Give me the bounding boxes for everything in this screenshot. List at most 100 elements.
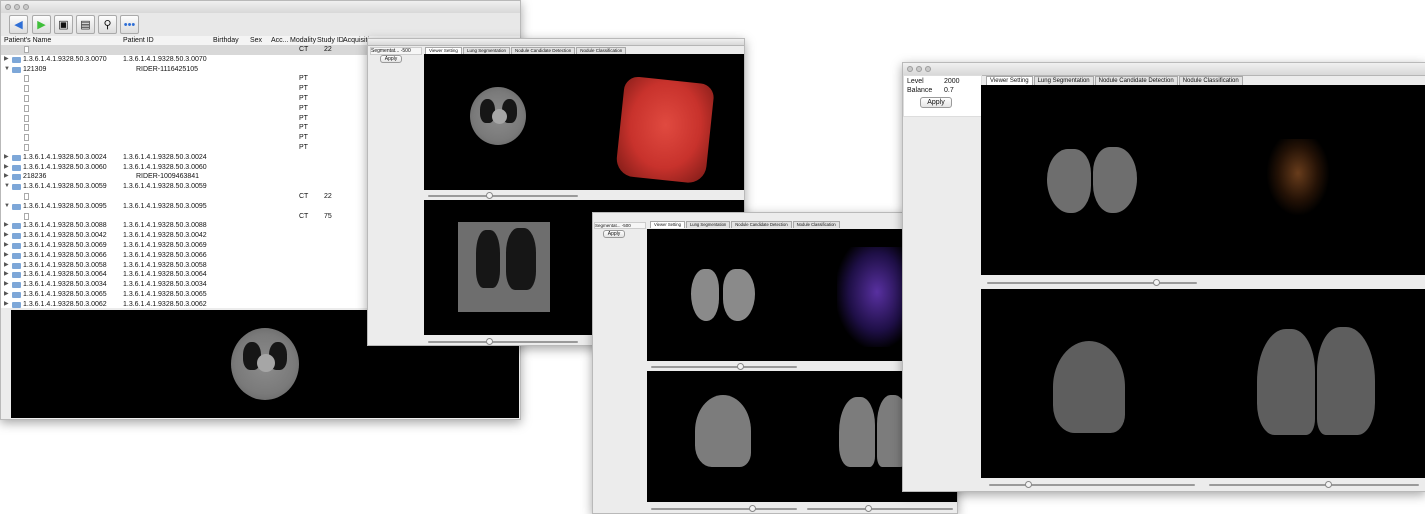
expand-toggle-icon[interactable]: ▶ [4,300,9,308]
folder-icon [12,292,21,298]
minimize-button[interactable] [916,66,922,72]
apply-button[interactable]: Apply [603,230,625,238]
document-icon [24,193,29,200]
expand-toggle-icon[interactable]: ▶ [4,231,9,241]
slider-thumb[interactable] [1325,481,1332,488]
coronal-slider-right[interactable] [1209,481,1419,488]
close-button[interactable] [5,4,11,10]
column-header[interactable]: Birthday [213,36,239,45]
titlebar[interactable] [368,39,744,46]
zoom-button[interactable] [925,66,931,72]
folder-icon [12,164,21,171]
tab-nodule-classification[interactable]: Nodule Classification [792,221,840,229]
slider-thumb[interactable] [486,338,493,345]
patient-name-cell: 1.3.6.1.4.1.9328.50.3.0058 [23,261,107,269]
slice-slider[interactable] [987,279,1197,286]
expand-toggle-icon[interactable]: ▼ [4,65,10,75]
tab-viewer-setting[interactable]: Viewer Setting [650,221,685,229]
column-header[interactable]: Patient ID [123,36,154,45]
patient-name-cell: 1.3.6.1.4.1.9328.50.3.0069 [23,242,107,249]
slice-slider[interactable] [651,363,797,370]
expand-toggle-icon[interactable]: ▶ [4,241,9,251]
apply-button[interactable]: Apply [380,55,402,63]
close-button[interactable] [907,66,913,72]
patient-id-cell: 1.3.6.1.4.1.9328.50.3.0064 [123,271,207,279]
patient-name-cell: 1.3.6.1.4.1.9328.50.3.0059 [23,183,107,191]
document-icon [24,134,29,142]
patient-id-cell: 1.3.6.1.4.1.9328.50.3.0024 [123,153,207,161]
coronal-viewport[interactable] [981,289,1425,478]
more-button[interactable]: ••• [120,15,139,34]
expand-toggle-icon[interactable]: ▶ [4,172,9,182]
expand-toggle-icon[interactable]: ▶ [4,153,9,163]
coronal-slider-left[interactable] [989,481,1195,488]
balance-label: Balance [907,87,933,94]
document-icon [24,85,29,93]
coronal-slider-right[interactable] [807,505,953,512]
column-header[interactable]: Study ID [317,36,344,45]
study-id-cell: 22 [324,46,332,53]
patient-id-cell: 1.3.6.1.4.1.9328.50.3.0058 [123,261,207,269]
search-button[interactable]: ⚲ [98,15,117,34]
modality-cell: PT [299,104,308,112]
forward-button[interactable]: ▶ [32,15,51,34]
column-header[interactable]: Patient's Name [4,36,51,45]
folder-icon [12,243,21,249]
expand-toggle-icon[interactable]: ▶ [4,251,9,261]
film-button[interactable]: ▣ [54,15,73,34]
patient-name-cell: 1.3.6.1.4.1.9328.50.3.0066 [23,251,107,259]
slider-thumb[interactable] [737,363,744,370]
slider-thumb[interactable] [1025,481,1032,488]
patient-id-cell: RIDER-1009463841 [136,173,200,181]
expand-toggle-icon[interactable]: ▶ [4,55,9,65]
slider-panel [981,275,1203,289]
balance-field[interactable]: 0.7 [944,87,954,94]
patient-id-cell: 1.3.6.1.4.1.9328.50.3.0034 [123,281,207,289]
slider-thumb[interactable] [1153,279,1160,286]
patient-name-cell: 1.3.6.1.4.1.9328.50.3.0095 [23,202,107,210]
patient-name-cell: 121309 [23,65,47,73]
expand-toggle-icon[interactable]: ▶ [4,290,9,300]
segmented-lung-right [723,269,755,321]
expand-toggle-icon[interactable]: ▼ [4,182,10,192]
axial-viewport[interactable] [424,54,744,190]
expand-toggle-icon[interactable]: ▶ [4,261,9,271]
slider-thumb[interactable] [865,505,872,512]
back-button[interactable]: ◀ [9,15,28,34]
sagittal-slider[interactable] [428,338,578,345]
folder-icon [12,203,21,210]
document-icon [24,114,29,122]
apply-button[interactable]: Apply [920,97,952,108]
document-button[interactable]: ▤ [76,15,95,34]
column-header[interactable]: Modality [290,36,316,45]
expand-toggle-icon[interactable]: ▶ [4,270,9,280]
document-icon [24,95,29,102]
slider-thumb[interactable] [486,192,493,199]
sagittal-viewport[interactable] [424,200,594,335]
modality-cell: PT [299,95,308,102]
tab-lung-segmentation[interactable]: Lung Segmentation [685,221,731,229]
expand-toggle-icon[interactable]: ▶ [4,280,9,290]
patient-id-cell: 1.3.6.1.4.1.9328.50.3.0059 [123,183,207,191]
tab-nodule-candidate-detection[interactable]: Nodule Candidate Detection [731,221,792,229]
lung-window-right [1093,147,1137,213]
coronal-lung-image [1053,341,1125,433]
expand-toggle-icon[interactable]: ▼ [4,202,10,212]
axial-viewport[interactable] [981,85,1425,275]
patient-id-cell: 1.3.6.1.4.1.9328.50.3.0062 [123,300,207,308]
zoom-button[interactable] [23,4,29,10]
expand-toggle-icon[interactable]: ▶ [4,221,9,231]
study-id-cell: 22 [324,193,332,200]
minimize-button[interactable] [14,4,20,10]
column-header[interactable]: Acc... [271,36,289,45]
modality-cell: PT [299,114,308,122]
expand-toggle-icon[interactable]: ▶ [4,163,9,173]
patient-name-cell: 1.3.6.1.4.1.9328.50.3.0064 [23,271,107,279]
folder-icon [12,174,21,181]
column-header[interactable]: Sex [250,36,262,45]
volume-render-image [615,75,715,185]
slider-thumb[interactable] [749,505,756,512]
slice-slider[interactable] [428,192,578,199]
level-field[interactable]: 2000 [944,78,960,85]
coronal-slider-left[interactable] [651,505,797,512]
